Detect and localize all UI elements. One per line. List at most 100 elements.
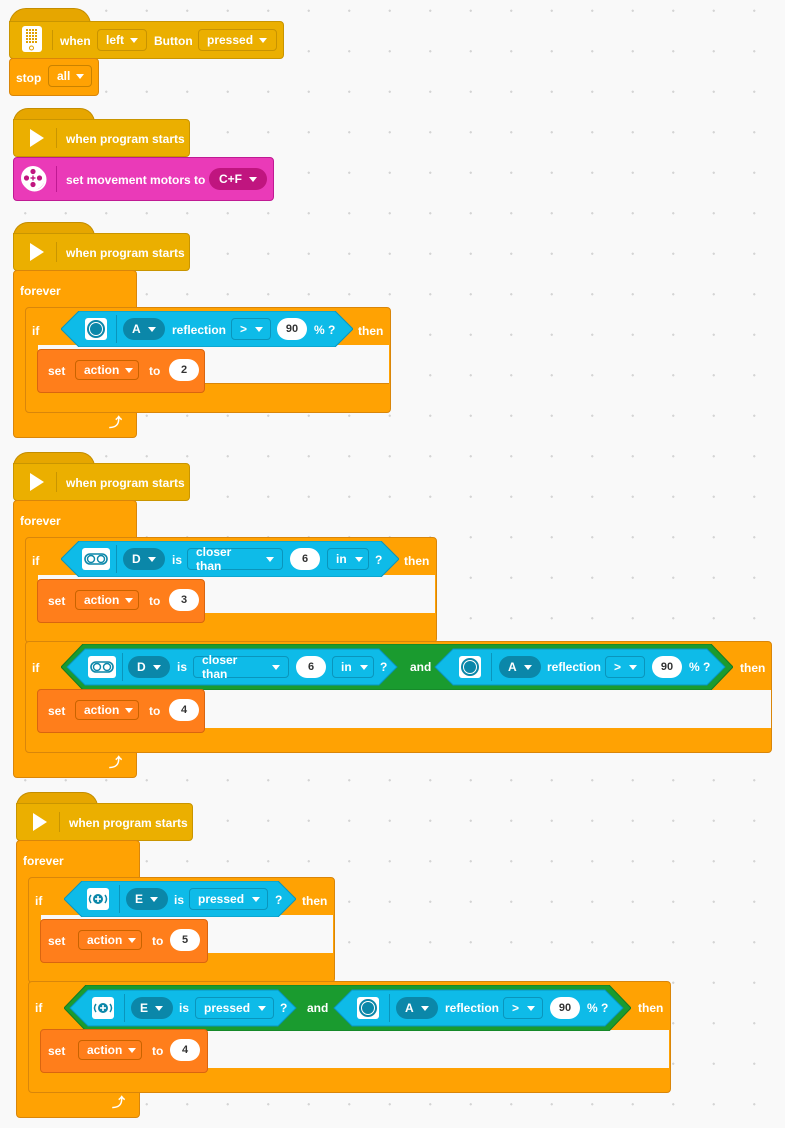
threshold-input[interactable]: 90 bbox=[277, 318, 307, 340]
port-value: D bbox=[137, 660, 146, 674]
chevron-down-icon bbox=[128, 1047, 137, 1053]
distance-input[interactable]: 6 bbox=[296, 656, 326, 678]
stop-value: all bbox=[57, 69, 71, 83]
operator-dropdown[interactable]: > bbox=[503, 997, 543, 1019]
to-label: to bbox=[149, 704, 161, 718]
to-label: to bbox=[149, 594, 161, 608]
state-dropdown[interactable]: pressed bbox=[195, 997, 274, 1019]
set-variable-block[interactable]: set action to 4 bbox=[37, 689, 205, 733]
button-side-dropdown[interactable]: left bbox=[97, 29, 147, 51]
if-label: if bbox=[32, 661, 40, 675]
unit-dropdown[interactable]: in bbox=[327, 548, 369, 570]
variable-dropdown[interactable]: action bbox=[75, 590, 139, 610]
value-input[interactable]: 3 bbox=[169, 589, 199, 611]
play-icon bbox=[33, 813, 47, 831]
compare-dropdown[interactable]: closer than bbox=[193, 653, 289, 681]
distance-input[interactable]: 6 bbox=[290, 548, 320, 570]
unit-label: % ? bbox=[689, 660, 711, 674]
chevron-down-icon bbox=[527, 1005, 536, 1011]
chevron-down-icon bbox=[266, 556, 274, 562]
chevron-down-icon bbox=[629, 664, 638, 670]
port-value: D bbox=[132, 552, 141, 566]
variable-dropdown[interactable]: action bbox=[75, 360, 139, 380]
value-input[interactable]: 4 bbox=[169, 699, 199, 721]
chevron-down-icon bbox=[125, 707, 134, 713]
button-side-value: left bbox=[106, 33, 124, 47]
port-dropdown[interactable]: A bbox=[499, 656, 541, 678]
and-label: and bbox=[307, 1001, 329, 1015]
operator-dropdown[interactable]: > bbox=[231, 318, 271, 340]
threshold-input[interactable]: 90 bbox=[550, 997, 580, 1019]
button-state-value: pressed bbox=[207, 33, 254, 47]
port-dropdown[interactable]: D bbox=[123, 548, 165, 570]
port-dropdown[interactable]: E bbox=[131, 997, 173, 1019]
chevron-down-icon bbox=[147, 326, 156, 332]
when-button-pressed-hat[interactable]: when left Button pressed bbox=[9, 21, 284, 59]
chevron-down-icon bbox=[128, 937, 137, 943]
loop-arrow-icon: ⤴ bbox=[109, 415, 123, 430]
separator bbox=[122, 653, 123, 681]
question-label: ? bbox=[380, 660, 388, 674]
value-input[interactable]: 5 bbox=[170, 929, 200, 951]
set-variable-block[interactable]: set action to 5 bbox=[40, 919, 208, 963]
unit-label: % ? bbox=[314, 323, 336, 337]
variable-value: action bbox=[84, 703, 120, 717]
set-variable-block[interactable]: set action to 2 bbox=[37, 349, 205, 393]
question-label: ? bbox=[375, 553, 383, 567]
loop-arrow-icon: ⤴ bbox=[112, 1095, 126, 1110]
button-label: Button bbox=[154, 34, 193, 48]
variable-dropdown[interactable]: action bbox=[78, 930, 142, 950]
is-label: is bbox=[179, 1001, 190, 1015]
when-program-starts-hat[interactable]: when program starts bbox=[16, 803, 193, 841]
then-label: then bbox=[740, 661, 766, 675]
measure-label: reflection bbox=[547, 660, 602, 674]
then-label: then bbox=[358, 324, 384, 338]
state-dropdown[interactable]: pressed bbox=[189, 888, 268, 910]
set-variable-block[interactable]: set action to 3 bbox=[37, 579, 205, 623]
separator bbox=[56, 128, 57, 148]
port-dropdown[interactable]: E bbox=[126, 888, 168, 910]
when-label: when bbox=[60, 34, 91, 48]
hat-label: when program starts bbox=[69, 816, 188, 830]
stop-dropdown[interactable]: all bbox=[48, 65, 92, 87]
set-variable-block[interactable]: set action to 4 bbox=[40, 1029, 208, 1073]
operator-dropdown[interactable]: > bbox=[605, 656, 645, 678]
chevron-down-icon bbox=[147, 556, 156, 562]
stop-block[interactable]: stop all bbox=[9, 58, 99, 96]
separator bbox=[59, 812, 60, 832]
threshold-input[interactable]: 90 bbox=[652, 656, 682, 678]
separator bbox=[116, 315, 117, 343]
port-dropdown[interactable]: A bbox=[396, 997, 438, 1019]
separator bbox=[389, 994, 390, 1022]
operator-value: > bbox=[240, 322, 248, 336]
motor-pair-icon bbox=[20, 165, 48, 196]
chevron-down-icon bbox=[258, 1005, 267, 1011]
when-program-starts-hat[interactable]: when program starts bbox=[13, 233, 190, 271]
play-icon bbox=[30, 243, 44, 261]
button-state-dropdown[interactable]: pressed bbox=[198, 29, 277, 51]
variable-dropdown[interactable]: action bbox=[75, 700, 139, 720]
separator bbox=[124, 994, 125, 1022]
when-program-starts-hat[interactable]: when program starts bbox=[13, 119, 190, 157]
stop-label: stop bbox=[16, 71, 42, 85]
value-input[interactable]: 4 bbox=[170, 1039, 200, 1061]
chevron-down-icon bbox=[354, 556, 363, 562]
set-movement-motors-block[interactable]: set movement motors to C+F bbox=[13, 157, 274, 201]
play-icon bbox=[30, 473, 44, 491]
when-program-starts-hat[interactable]: when program starts bbox=[13, 463, 190, 501]
is-label: is bbox=[174, 893, 185, 907]
value-input[interactable]: 2 bbox=[169, 359, 199, 381]
variable-dropdown[interactable]: action bbox=[78, 1040, 142, 1060]
compare-dropdown[interactable]: closer than bbox=[187, 545, 283, 573]
chevron-down-icon bbox=[420, 1005, 429, 1011]
motor-ports-dropdown[interactable]: C+F bbox=[209, 168, 267, 190]
separator bbox=[56, 166, 57, 192]
then-label: then bbox=[302, 894, 328, 908]
motor-ports-value: C+F bbox=[219, 172, 243, 186]
force-sensor-icon bbox=[87, 888, 109, 910]
if-label: if bbox=[35, 894, 43, 908]
state-value: pressed bbox=[198, 892, 245, 906]
port-dropdown[interactable]: A bbox=[123, 318, 165, 340]
port-dropdown[interactable]: D bbox=[128, 656, 170, 678]
unit-dropdown[interactable]: in bbox=[332, 656, 374, 678]
